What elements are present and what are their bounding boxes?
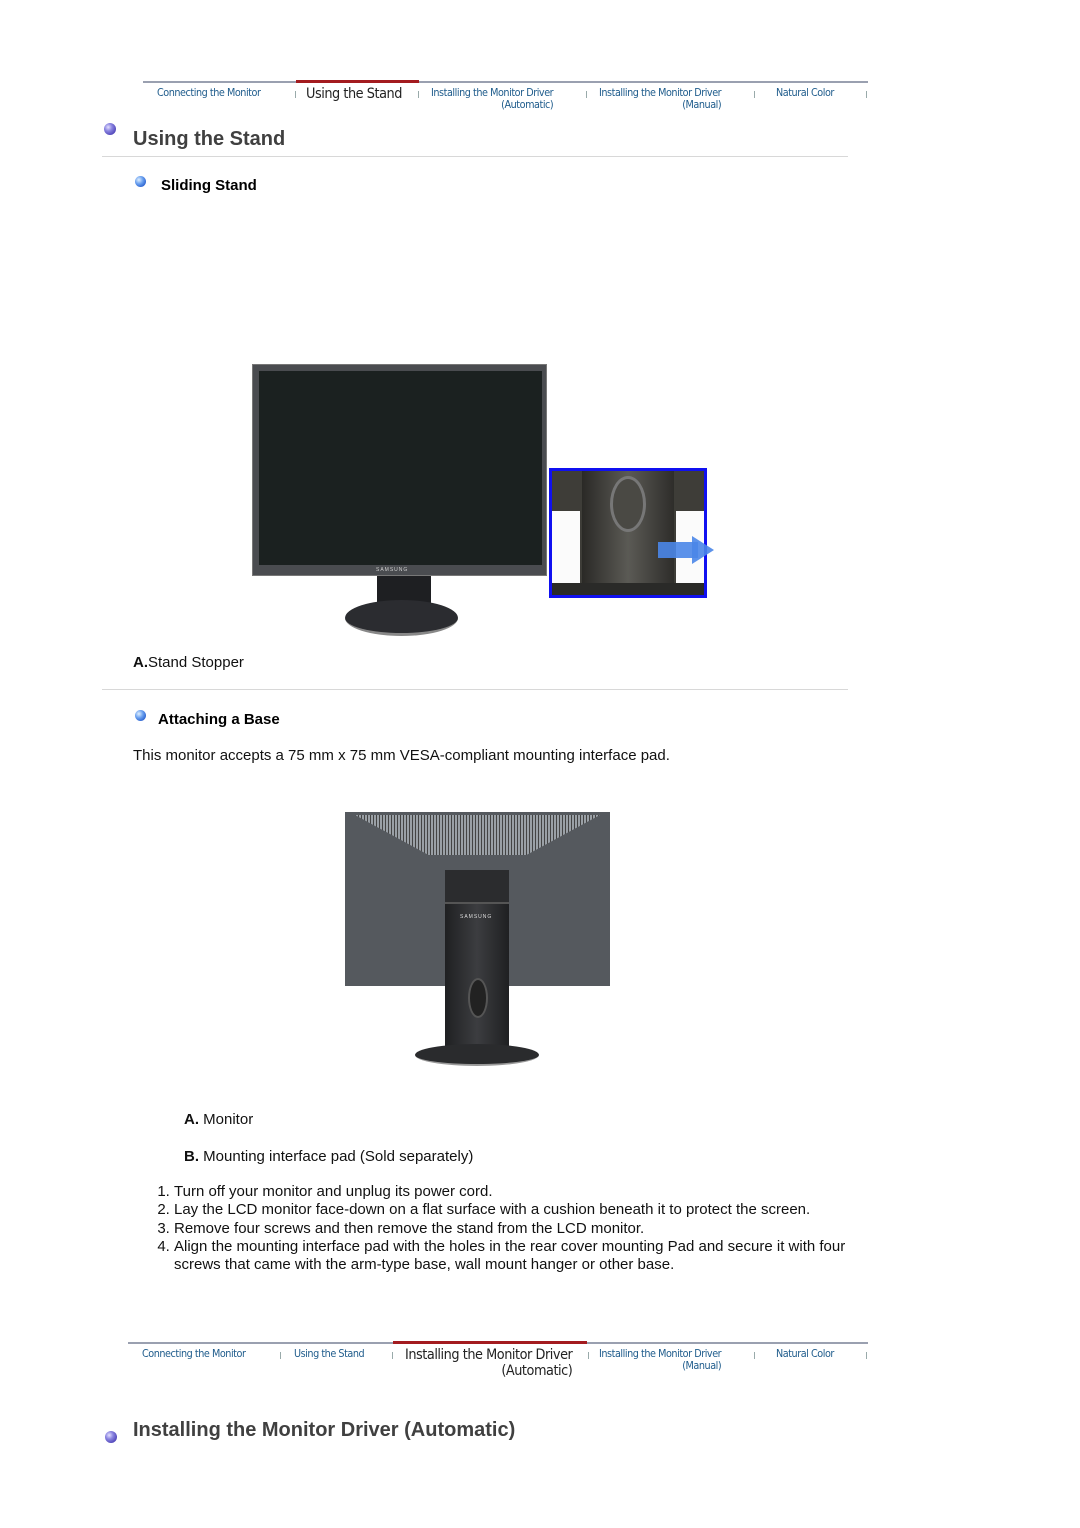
subheading-bullet-icon	[135, 710, 146, 721]
nav-label: Using the Stand	[294, 1348, 365, 1360]
part-b-label: B. Mounting interface pad (Sold separate…	[184, 1148, 473, 1165]
vesa-intro-text: This monitor accepts a 75 mm x 75 mm VES…	[133, 747, 670, 764]
nav-installing-driver-automatic[interactable]: Installing the Monitor Driver (Automatic)	[405, 1347, 573, 1379]
nav-natural-color[interactable]: Natural Color	[776, 1348, 834, 1360]
part-letter: B.	[184, 1148, 199, 1165]
nav-connecting-the-monitor[interactable]: Connecting the Monitor	[142, 1348, 246, 1360]
nav-installing-driver-manual[interactable]: Installing the Monitor Driver (Manual)	[599, 87, 722, 111]
cable-hole	[468, 978, 488, 1018]
nav-natural-color[interactable]: Natural Color	[776, 87, 834, 99]
part-text: Mounting interface pad (Sold separately)	[199, 1148, 474, 1165]
subheading-attaching-a-base: Attaching a Base	[158, 711, 280, 728]
nav-separator	[586, 91, 587, 98]
nav-installing-driver-automatic[interactable]: Installing the Monitor Driver (Automatic)	[431, 87, 554, 111]
part-text: Monitor	[199, 1111, 254, 1128]
part-a-label: A. Monitor	[184, 1111, 253, 1128]
monitor-brand-logo: SAMSUNG	[460, 914, 493, 920]
mounting-pad-area	[445, 870, 509, 904]
nav-separator	[754, 1352, 755, 1359]
monitor-stand-base	[415, 1044, 539, 1066]
step-item: Turn off your monitor and unplug its pow…	[174, 1183, 849, 1201]
nav-sublabel: (Manual)	[682, 1360, 722, 1372]
nav-separator	[418, 91, 419, 98]
nav-label: Natural Color	[776, 1348, 834, 1360]
nav-label: Natural Color	[776, 87, 834, 99]
nav-using-the-stand[interactable]: Using the Stand	[294, 1348, 365, 1360]
nav-active-indicator	[296, 80, 419, 83]
nav-connecting-the-monitor[interactable]: Connecting the Monitor	[157, 87, 261, 99]
nav-separator	[754, 91, 755, 98]
nav-separator	[392, 1352, 393, 1359]
nav-label: Installing the Monitor Driver	[599, 1348, 722, 1360]
nav-label: Using the Stand	[306, 86, 402, 102]
monitor-screen	[259, 371, 542, 565]
arrow-right-icon-head	[692, 536, 714, 564]
installation-steps: Turn off your monitor and unplug its pow…	[133, 1183, 849, 1274]
nav-separator	[866, 1352, 867, 1359]
nav-installing-driver-manual[interactable]: Installing the Monitor Driver (Manual)	[599, 1348, 722, 1372]
nav-label: Installing the Monitor Driver	[405, 1347, 573, 1363]
top-nav: Connecting the Monitor Using the Stand I…	[143, 80, 868, 121]
monitor-front-image: SAMSUNG	[252, 364, 548, 640]
inset-base	[552, 583, 704, 595]
nav-active-indicator	[393, 1341, 587, 1344]
nav-top-line	[143, 81, 868, 83]
monitor-bezel	[252, 364, 547, 576]
nav-sublabel: (Manual)	[682, 99, 722, 111]
inset-background	[552, 511, 580, 583]
section-divider	[102, 689, 848, 690]
bottom-nav: Connecting the Monitor Using the Stand I…	[128, 1341, 868, 1382]
subheading-bullet-icon	[135, 176, 146, 187]
step-item: Lay the LCD monitor face-down on a flat …	[174, 1201, 849, 1219]
heading-bullet-icon	[105, 1431, 117, 1443]
heading-divider	[102, 156, 848, 157]
inset-cable-hole	[610, 476, 646, 532]
monitor-vent	[355, 815, 600, 855]
caption-label: A.	[133, 654, 148, 671]
nav-label: Installing the Monitor Driver	[431, 87, 554, 99]
part-letter: A.	[184, 1111, 199, 1128]
page-title: Using the Stand	[133, 128, 286, 150]
nav-sublabel: (Automatic)	[501, 1363, 573, 1379]
monitor-back-image: SAMSUNG	[345, 812, 611, 1066]
nav-separator	[295, 91, 296, 98]
nav-using-the-stand[interactable]: Using the Stand	[306, 86, 402, 102]
nav-label: Installing the Monitor Driver	[599, 87, 722, 99]
nav-sublabel: (Automatic)	[501, 99, 554, 111]
monitor-stand-base	[345, 600, 458, 636]
subheading-sliding-stand: Sliding Stand	[161, 177, 257, 194]
nav-label: Connecting the Monitor	[157, 87, 261, 99]
nav-separator	[280, 1352, 281, 1359]
caption-text: Stand Stopper	[148, 654, 244, 671]
nav-separator	[866, 91, 867, 98]
nav-separator	[588, 1352, 589, 1359]
step-item: Remove four screws and then remove the s…	[174, 1220, 849, 1238]
heading-bullet-icon	[104, 123, 116, 135]
section-title-driver-automatic: Installing the Monitor Driver (Automatic…	[133, 1419, 516, 1441]
monitor-brand-logo: SAMSUNG	[376, 567, 409, 573]
step-item: Align the mounting interface pad with th…	[174, 1238, 849, 1275]
nav-label: Connecting the Monitor	[142, 1348, 246, 1360]
caption-stand-stopper: A.Stand Stopper	[133, 654, 244, 671]
stand-stopper-closeup-image	[549, 468, 707, 598]
